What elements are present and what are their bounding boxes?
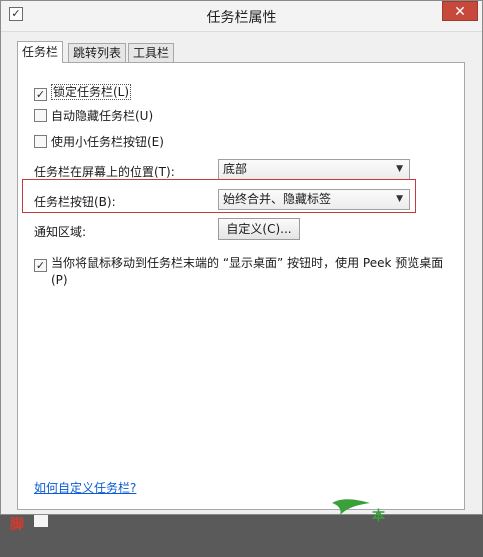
close-button[interactable]: ✕ [442, 1, 478, 21]
peek-label-accelerator: (P) [51, 273, 68, 287]
customize-taskbar-help-link[interactable]: 如何自定义任务栏? [34, 479, 136, 496]
tab-jump-lists[interactable]: 跳转列表 [68, 43, 127, 62]
tab-taskbar[interactable]: 任务栏 [17, 41, 64, 63]
peek-checkbox-row[interactable]: ✓ 当你将鼠标移动到任务栏末端的 “显示桌面” 按钮时，使用 Peek 预览桌面 … [34, 255, 444, 288]
checkbox-checked-icon[interactable]: ✓ [34, 259, 47, 272]
bottom-overlay-strip [0, 515, 483, 557]
dropdown-arrow-icon: ▼ [396, 164, 403, 174]
watermark-left-text: 脚 [10, 517, 24, 533]
customize-button[interactable]: 自定义(C)... [218, 218, 300, 240]
small-buttons-label: 使用小任务栏按钮(E) [51, 135, 164, 149]
window-title: 任务栏属性 [206, 10, 277, 26]
taskbar-buttons-label: 任务栏按钮(B): [34, 195, 116, 209]
lock-taskbar-checkbox-row[interactable]: ✓ 锁定任务栏(L) [34, 83, 132, 101]
bottom-overlay-patch [34, 515, 48, 527]
peek-label: 当你将鼠标移动到任务栏末端的 “显示桌面” 按钮时，使用 Peek 预览桌面 [51, 256, 444, 270]
dropdown-arrow-icon: ▼ [396, 194, 403, 204]
small-buttons-checkbox-row[interactable]: 使用小任务栏按钮(E) [34, 133, 164, 150]
lock-taskbar-label: 锁定任务栏(L) [51, 84, 132, 100]
taskbar-buttons-dropdown-value: 始终合并、隐藏标签 [223, 192, 332, 206]
autohide-taskbar-label: 自动隐藏任务栏(U) [51, 109, 154, 123]
checkbox-unchecked-icon[interactable] [34, 135, 47, 148]
tab-toolbars[interactable]: 工具栏 [128, 43, 175, 62]
autohide-taskbar-checkbox-row[interactable]: 自动隐藏任务栏(U) [34, 107, 153, 124]
taskbar-buttons-dropdown[interactable]: 始终合并、隐藏标签 ▼ [218, 189, 410, 210]
taskbar-properties-window: ✓ 任务栏属性 ✕ 任务栏 跳转列表 工具栏 ✓ 锁定任务栏(L) 自动隐藏任务栏… [0, 0, 483, 515]
tab-panel-taskbar: ✓ 锁定任务栏(L) 自动隐藏任务栏(U) 使用小任务栏按钮(E) 任务栏在屏幕上… [17, 62, 465, 510]
position-label: 任务栏在屏幕上的位置(T): [34, 165, 175, 179]
watermark-logo-text: 本 [372, 509, 386, 524]
checkbox-checked-icon[interactable]: ✓ [34, 88, 47, 101]
position-dropdown-value: 底部 [223, 162, 248, 176]
checkbox-unchecked-icon[interactable] [34, 109, 47, 122]
watermark-swoosh-icon [332, 499, 370, 515]
title-bar: ✓ 任务栏属性 ✕ [1, 1, 482, 32]
position-dropdown[interactable]: 底部 ▼ [218, 159, 410, 180]
notification-area-label: 通知区域: [34, 225, 87, 239]
